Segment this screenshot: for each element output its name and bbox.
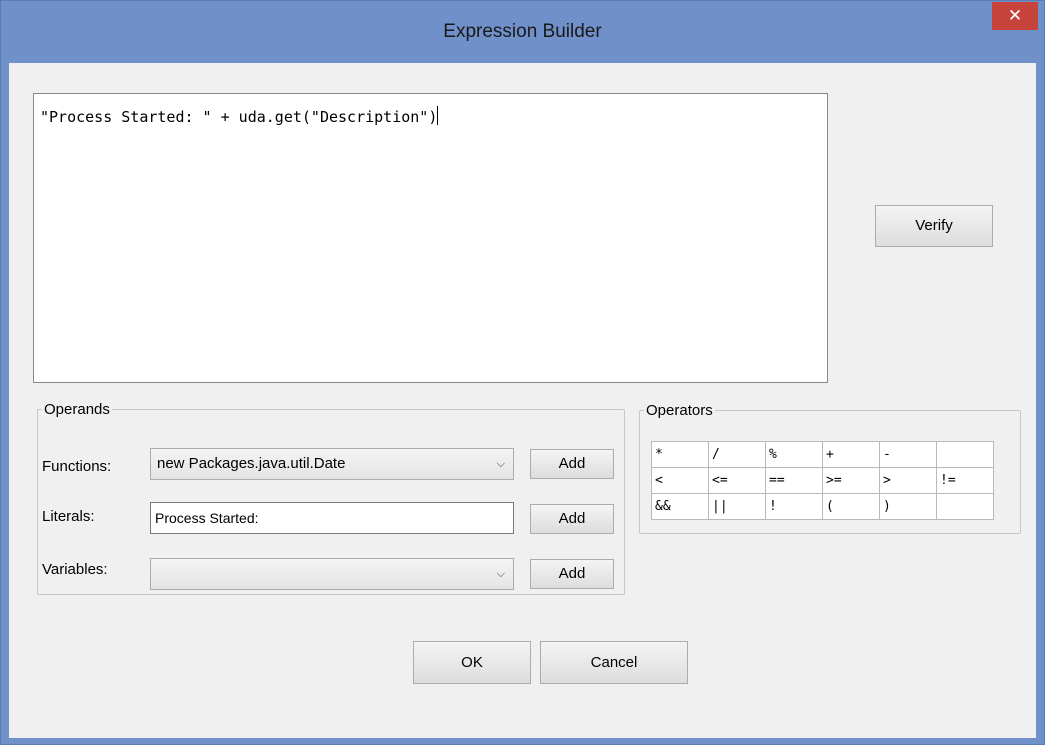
operator-cell[interactable]: && [651,493,709,520]
close-icon: ✕ [1007,6,1023,25]
functions-select[interactable]: new Packages.java.util.Date ⌵ [150,448,514,480]
operator-cell[interactable]: <= [708,467,766,494]
operands-group: Operands Functions: new Packages.java.ut… [37,401,625,595]
operators-group: Operators * /% + - < <= == >= > != && ||!() [639,402,1021,534]
operator-cell[interactable]: + [822,441,880,468]
operator-cell[interactable] [936,441,994,468]
operator-cell[interactable]: * [651,441,709,468]
window-title: Expression Builder [443,21,602,42]
operators-row: * /% + - [651,441,994,468]
functions-selected-value: new Packages.java.util.Date [157,455,346,472]
operator-cell[interactable]: ( [822,493,880,520]
operator-cell[interactable]: == [765,467,823,494]
expression-text: "Process Started: " + uda.get("Descripti… [40,108,438,126]
operator-cell[interactable]: < [651,467,709,494]
expression-builder-window: Expression Builder ✕ "Process Started: "… [0,0,1045,745]
operators-row: < <= == >= > != [651,467,994,494]
operator-cell[interactable]: || [708,493,766,520]
add-function-button[interactable]: Add [530,449,614,479]
close-button[interactable]: ✕ [992,2,1038,30]
ok-button[interactable]: OK [413,641,531,684]
operator-cell[interactable]: % [765,441,823,468]
operator-cell[interactable]: - [879,441,937,468]
verify-button[interactable]: Verify [875,205,993,247]
functions-label: Functions: [42,458,112,475]
add-literal-button[interactable]: Add [530,504,614,534]
variables-label: Variables: [42,561,108,578]
chevron-down-icon: ⌵ [496,568,505,580]
literals-input[interactable]: Process Started: [150,502,514,534]
chevron-down-icon: ⌵ [496,458,505,470]
operators-row: && ||!() [651,493,994,520]
operators-table: * /% + - < <= == >= > != && ||!() [651,441,994,520]
operator-cell[interactable]: > [879,467,937,494]
operands-legend: Operands [44,401,110,418]
operator-cell[interactable]: / [708,441,766,468]
operator-cell[interactable]: ! [765,493,823,520]
operator-cell[interactable]: != [936,467,994,494]
title-bar[interactable]: Expression Builder ✕ [1,1,1044,63]
variables-select[interactable]: ⌵ [150,558,514,590]
dialog-body: "Process Started: " + uda.get("Descripti… [9,63,1036,738]
operator-cell[interactable]: ) [879,493,937,520]
operator-cell[interactable] [936,493,994,520]
literals-label: Literals: [42,508,95,525]
add-variable-button[interactable]: Add [530,559,614,589]
text-caret [437,106,439,125]
operator-cell[interactable]: >= [822,467,880,494]
operators-legend: Operators [646,402,713,419]
cancel-button[interactable]: Cancel [540,641,688,684]
expression-editor[interactable]: "Process Started: " + uda.get("Descripti… [33,93,828,383]
